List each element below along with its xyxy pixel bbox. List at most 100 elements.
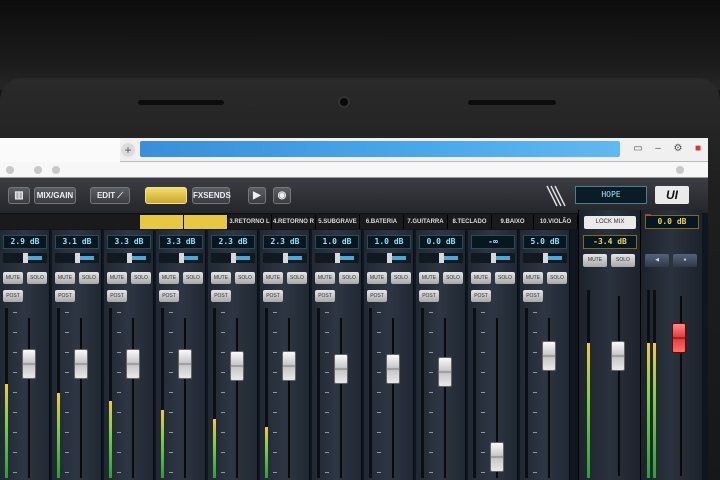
close-icon[interactable]: ■ (692, 143, 704, 155)
pan-control[interactable] (55, 253, 99, 263)
new-tab-icon[interactable]: + (121, 143, 135, 157)
pan-handle[interactable] (491, 253, 496, 263)
pan-control[interactable] (107, 253, 151, 263)
pan-handle[interactable] (75, 253, 80, 263)
post-proc-button[interactable]: POST PROC (471, 290, 491, 311)
pan-control[interactable] (315, 253, 359, 263)
pan-control[interactable] (523, 253, 567, 263)
main-output-fader[interactable] (672, 323, 686, 353)
channel-name-tab[interactable] (184, 215, 228, 229)
mute-button[interactable]: MUTE (159, 272, 179, 284)
pan-control[interactable] (159, 253, 203, 263)
view-toggle-button[interactable] (145, 187, 187, 204)
mute-button[interactable]: MUTE (523, 272, 543, 284)
channel-fader[interactable] (334, 354, 348, 384)
pan-handle[interactable] (387, 253, 392, 263)
mute-button[interactable]: MUTE (583, 254, 607, 267)
pan-handle[interactable] (127, 253, 132, 263)
post-proc-button[interactable]: POST PROC (263, 290, 283, 311)
browser-tab[interactable] (0, 138, 120, 162)
solo-button[interactable]: SOLO (27, 272, 47, 284)
reload-icon[interactable] (34, 166, 42, 174)
pan-control[interactable] (3, 253, 47, 263)
channel-fader[interactable] (542, 341, 556, 371)
channel-name-tab[interactable]: 5.SUBGRAVE (316, 215, 360, 229)
post-proc-button[interactable]: POST PROC (55, 290, 75, 311)
channel-fader[interactable] (22, 349, 36, 379)
mute-button[interactable]: MUTE (211, 272, 231, 284)
pan-handle[interactable] (283, 253, 288, 263)
post-proc-button[interactable]: POST PROC (523, 290, 543, 311)
pan-control[interactable] (263, 253, 307, 263)
settings-icon[interactable]: ⚙ (672, 143, 684, 155)
post-proc-button[interactable]: POST PROC (419, 290, 439, 311)
channel-name-tab[interactable]: 7.GUITARRA (404, 215, 448, 229)
channel-fader[interactable] (490, 442, 504, 472)
channel-fader[interactable] (178, 349, 192, 379)
mute-button[interactable]: MUTE (367, 272, 387, 284)
post-proc-button[interactable]: POST PROC (367, 290, 387, 311)
channel-name-tab[interactable] (140, 215, 184, 229)
solo-button[interactable]: SOLO (443, 272, 463, 284)
channel-fader[interactable] (438, 357, 452, 387)
mute-button[interactable]: MUTE (3, 272, 23, 284)
channel-name-tab[interactable]: 8.TECLADO (448, 215, 492, 229)
channel-fader[interactable] (126, 349, 140, 379)
extension-icon[interactable] (676, 166, 684, 174)
mute-button[interactable]: MUTE (107, 272, 127, 284)
bars-icon[interactable]: ▥ (8, 187, 30, 204)
solo-button[interactable]: SOLO (235, 272, 255, 284)
channel-name-tab[interactable]: 4.RETORNO R (272, 215, 316, 229)
post-proc-button[interactable]: POST PROC (159, 290, 179, 311)
channel-fader[interactable] (386, 354, 400, 384)
fx-sends-button[interactable]: FXSENDS (192, 187, 231, 204)
edit-button[interactable]: EDIT ⟋ (90, 187, 130, 204)
mute-button[interactable]: MUTE (471, 272, 491, 284)
channel-name-tab[interactable]: 9.BAIXO (492, 215, 534, 229)
solo-button[interactable]: SOLO (79, 272, 99, 284)
pan-handle[interactable] (439, 253, 444, 263)
play-icon[interactable]: ▶ (248, 187, 266, 204)
solo-button[interactable]: SOLO (339, 272, 359, 284)
back-icon[interactable] (6, 166, 14, 174)
solo-button[interactable]: SOLO (495, 272, 515, 284)
bookmark-icon[interactable]: ▭ (632, 143, 644, 155)
pan-control[interactable] (471, 253, 515, 263)
mute-button[interactable]: MUTE (263, 272, 283, 284)
solo-button[interactable]: SOLO (547, 272, 567, 284)
pan-handle[interactable] (335, 253, 340, 263)
minimize-icon[interactable]: – (652, 143, 664, 155)
pan-control[interactable] (367, 253, 411, 263)
nav-left-button[interactable]: ◀ (645, 254, 669, 267)
solo-button[interactable]: SOLO (183, 272, 203, 284)
channel-fader[interactable] (230, 351, 244, 381)
lock-mix-button[interactable]: LOCK MIX (584, 216, 636, 229)
post-proc-button[interactable]: POST PROC (211, 290, 231, 311)
solo-button[interactable]: SOLO (391, 272, 411, 284)
scene-name-display[interactable]: HOPE (575, 186, 647, 204)
master-fader[interactable] (611, 341, 625, 371)
pan-handle[interactable] (23, 253, 28, 263)
pan-control[interactable] (419, 253, 463, 263)
nav-right-button[interactable]: ● (673, 254, 697, 267)
solo-button[interactable]: SOLO (131, 272, 151, 284)
pan-handle[interactable] (543, 253, 548, 263)
mute-button[interactable]: MUTE (315, 272, 335, 284)
home-icon[interactable] (52, 166, 60, 174)
channel-fader[interactable] (74, 349, 88, 379)
solo-button[interactable]: SOLO (287, 272, 307, 284)
pan-control[interactable] (211, 253, 255, 263)
post-proc-button[interactable]: POST PROC (315, 290, 335, 311)
mute-button[interactable]: MUTE (55, 272, 75, 284)
post-proc-button[interactable]: POST PROC (3, 290, 23, 311)
browser-url-bar[interactable] (140, 141, 620, 157)
channel-name-tab[interactable]: 10.VIOLÃO (534, 215, 578, 229)
pan-handle[interactable] (179, 253, 184, 263)
mute-button[interactable]: MUTE (419, 272, 439, 284)
solo-button[interactable]: SOLO (611, 254, 635, 267)
post-proc-button[interactable]: POST PROC (107, 290, 127, 311)
pan-handle[interactable] (231, 253, 236, 263)
channel-name-tab[interactable]: 3.RETORNO L (228, 215, 272, 229)
channel-fader[interactable] (282, 351, 296, 381)
record-icon[interactable]: ◉ (273, 187, 291, 204)
